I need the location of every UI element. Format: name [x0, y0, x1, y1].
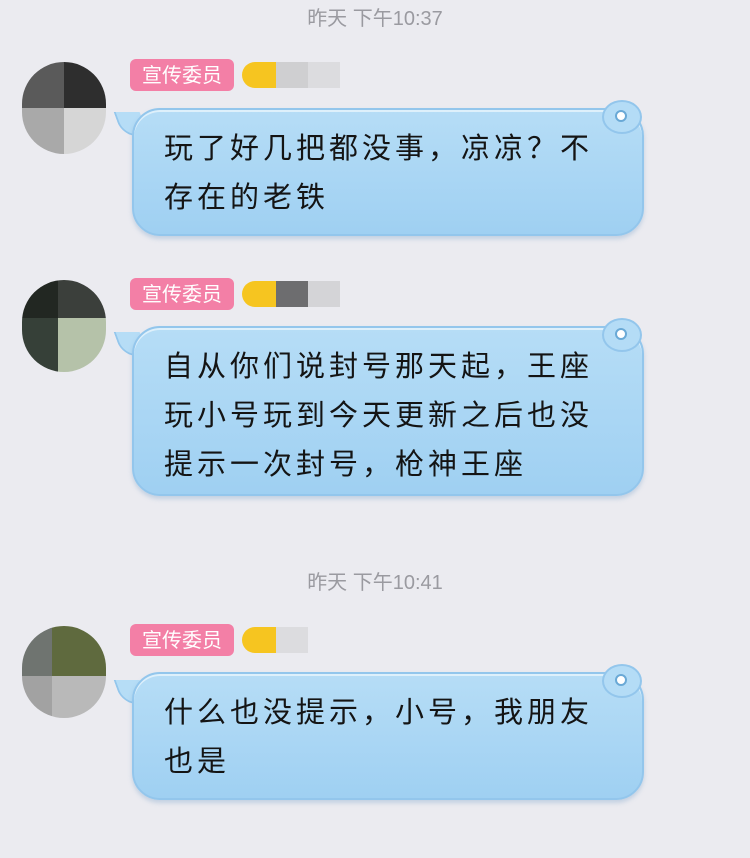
avatar-pixel: [22, 280, 58, 318]
message-text: 什么也没提示，小号，我朋友也是: [164, 695, 594, 778]
member-title-badge: 宣传委员: [130, 278, 234, 310]
bubble-ear-icon: [602, 318, 642, 352]
level-segment: [276, 627, 308, 653]
timestamp: 昨天 下午10:37: [307, 8, 443, 30]
avatar-pixel: [58, 280, 106, 318]
message-bubble[interactable]: 什么也没提示，小号，我朋友也是: [132, 672, 644, 800]
level-segment: [276, 62, 308, 88]
avatar-pixel: [22, 626, 52, 676]
bubble-ear-icon: [602, 100, 642, 134]
member-title-badge: 宣传委员: [130, 624, 234, 656]
avatar-pixel: [22, 676, 52, 718]
avatar[interactable]: [22, 62, 106, 154]
member-title-badge: 宣传委员: [130, 59, 234, 91]
message-bubble[interactable]: 玩了好几把都没事，凉凉？不存在的老铁: [132, 108, 644, 236]
level-segment: [308, 281, 340, 307]
sender-row: 宣传委员: [130, 278, 340, 310]
level-segment: [308, 62, 340, 88]
level-indicator: [242, 627, 308, 653]
sender-row: 宣传委员: [130, 624, 308, 656]
level-flag-icon: [242, 62, 276, 88]
level-flag-icon: [242, 281, 276, 307]
level-indicator: [242, 62, 340, 88]
avatar[interactable]: [22, 626, 106, 718]
level-flag-icon: [242, 627, 276, 653]
timestamp: 昨天 下午10:41: [307, 572, 443, 594]
avatar-pixel: [52, 676, 106, 718]
message-text: 自从你们说封号那天起，王座玩小号玩到今天更新之后也没提示一次封号，枪神王座: [164, 349, 594, 481]
message-bubble[interactable]: 自从你们说封号那天起，王座玩小号玩到今天更新之后也没提示一次封号，枪神王座: [132, 326, 644, 496]
bubble-ear-icon: [602, 664, 642, 698]
level-indicator: [242, 281, 340, 307]
avatar[interactable]: [22, 280, 106, 372]
avatar-pixel: [52, 626, 106, 676]
avatar-pixel: [22, 108, 64, 154]
sender-row: 宣传委员: [130, 59, 340, 91]
level-segment: [276, 281, 308, 307]
avatar-pixel: [64, 108, 106, 154]
avatar-pixel: [58, 318, 106, 372]
message-text: 玩了好几把都没事，凉凉？不存在的老铁: [164, 131, 594, 214]
avatar-pixel: [22, 62, 64, 108]
avatar-pixel: [64, 62, 106, 108]
avatar-pixel: [22, 318, 58, 372]
